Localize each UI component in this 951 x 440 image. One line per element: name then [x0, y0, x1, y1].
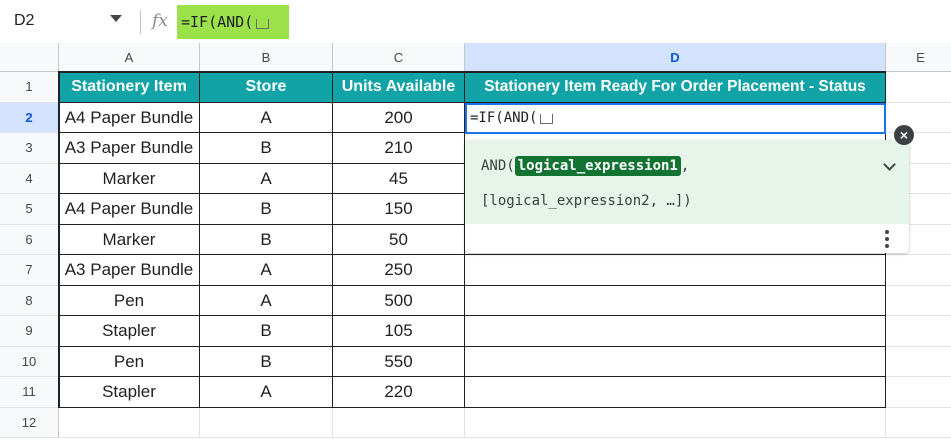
table-cell[interactable]: B — [200, 194, 333, 225]
table-cell[interactable]: Stapler — [59, 377, 200, 408]
chevron-down-icon[interactable] — [110, 15, 122, 22]
status-cell[interactable] — [465, 377, 886, 408]
empty-cell[interactable] — [200, 407, 333, 438]
table-cell[interactable]: A4 Paper Bundle — [59, 102, 200, 133]
formula-help-popup: AND(logical_expression1, [logical_expres… — [465, 140, 909, 253]
table-cell[interactable]: 210 — [333, 133, 465, 164]
status-cell[interactable] — [465, 316, 886, 347]
table-cell[interactable]: B — [200, 133, 333, 164]
row-header-5[interactable]: 5 — [0, 194, 59, 225]
function-signature-optional: [logical_expression2, …]) — [481, 193, 692, 209]
table-cell[interactable]: Marker — [59, 224, 200, 255]
table-cell[interactable]: 150 — [333, 194, 465, 225]
row-header-7[interactable]: 7 — [0, 255, 59, 286]
row-header-12[interactable]: 12 — [0, 407, 59, 438]
cell-formula-text: =IF(AND( — [470, 110, 538, 126]
function-name: AND( — [481, 158, 515, 174]
table-cell[interactable]: B — [200, 316, 333, 347]
table-header-cell[interactable]: Store — [200, 72, 333, 103]
table-cell[interactable]: A3 Paper Bundle — [59, 133, 200, 164]
row-header-10[interactable]: 10 — [0, 346, 59, 377]
column-header-c[interactable]: C — [333, 43, 465, 72]
argument-separator: , — [680, 158, 690, 174]
fx-icon: fx — [152, 11, 168, 31]
column-header-b[interactable]: B — [200, 43, 333, 72]
formula-input[interactable]: =IF(AND( — [177, 5, 289, 39]
empty-cell[interactable] — [886, 316, 951, 347]
column-header-e[interactable]: E — [886, 43, 951, 72]
row-header-6[interactable]: 6 — [0, 224, 59, 255]
empty-cell[interactable] — [333, 407, 465, 438]
empty-cell[interactable] — [886, 347, 951, 377]
table-cell[interactable]: Stapler — [59, 316, 200, 347]
caret-icon — [540, 114, 554, 124]
table-cell[interactable]: 50 — [333, 224, 465, 255]
table-cell[interactable]: A — [200, 255, 333, 286]
status-cell[interactable] — [465, 255, 886, 286]
table-cell[interactable]: 200 — [333, 102, 465, 133]
row-header-4[interactable]: 4 — [0, 163, 59, 194]
close-icon[interactable]: × — [894, 125, 914, 145]
table-cell[interactable]: A — [200, 163, 333, 194]
row-header-3[interactable]: 3 — [0, 133, 59, 164]
table-cell[interactable]: 220 — [333, 377, 465, 408]
empty-cell[interactable] — [886, 377, 951, 408]
status-cell[interactable] — [465, 285, 886, 316]
empty-cell[interactable] — [886, 286, 951, 316]
expand-chevron-icon[interactable] — [883, 158, 896, 171]
more-options-icon[interactable] — [885, 230, 889, 251]
empty-cell[interactable] — [465, 407, 886, 438]
column-header-d[interactable]: D — [465, 43, 886, 72]
table-header-cell[interactable]: Units Available — [333, 72, 465, 103]
column-header-a[interactable]: A — [59, 43, 200, 72]
status-cell[interactable] — [465, 346, 886, 377]
table-cell[interactable]: A4 Paper Bundle — [59, 194, 200, 225]
row-header-11[interactable]: 11 — [0, 377, 59, 408]
table-cell[interactable]: A — [200, 377, 333, 408]
table-cell[interactable]: Pen — [59, 346, 200, 377]
highlighted-argument: logical_expression1 — [514, 156, 681, 176]
table-border — [58, 72, 60, 408]
table-cell[interactable]: 45 — [333, 163, 465, 194]
empty-cell[interactable] — [886, 255, 951, 286]
empty-cell[interactable] — [886, 72, 951, 103]
row-header-2[interactable]: 2 — [0, 102, 59, 133]
table-cell[interactable]: A — [200, 102, 333, 133]
name-box[interactable]: D2 — [14, 12, 34, 30]
table-cell[interactable]: 105 — [333, 316, 465, 347]
table-border — [58, 71, 886, 73]
active-cell-editor[interactable]: =IF(AND( — [465, 103, 886, 134]
table-cell[interactable]: Marker — [59, 163, 200, 194]
table-cell[interactable]: 500 — [333, 285, 465, 316]
empty-cell[interactable] — [886, 408, 951, 438]
divider — [140, 10, 141, 34]
popup-footer — [465, 224, 909, 253]
table-cell[interactable]: A3 Paper Bundle — [59, 255, 200, 286]
table-header-cell[interactable]: Stationery Item — [59, 72, 200, 103]
formula-text: =IF(AND( — [181, 13, 254, 31]
row-header-8[interactable]: 8 — [0, 285, 59, 316]
row-header-1[interactable]: 1 — [0, 72, 59, 103]
table-cell[interactable]: 550 — [333, 346, 465, 377]
table-cell[interactable]: Pen — [59, 285, 200, 316]
row-header-9[interactable]: 9 — [0, 316, 59, 347]
table-cell[interactable]: A — [200, 285, 333, 316]
select-all-corner[interactable] — [0, 43, 59, 72]
function-signature: AND(logical_expression1, — [481, 156, 690, 176]
table-header-cell[interactable]: Stationery Item Ready For Order Placemen… — [465, 72, 886, 103]
formula-bar: D2 fx =IF(AND( — [0, 0, 951, 44]
table-cell[interactable]: 250 — [333, 255, 465, 286]
table-cell[interactable]: B — [200, 224, 333, 255]
table-cell[interactable]: B — [200, 346, 333, 377]
caret-icon — [256, 19, 270, 29]
empty-cell[interactable] — [59, 407, 200, 438]
